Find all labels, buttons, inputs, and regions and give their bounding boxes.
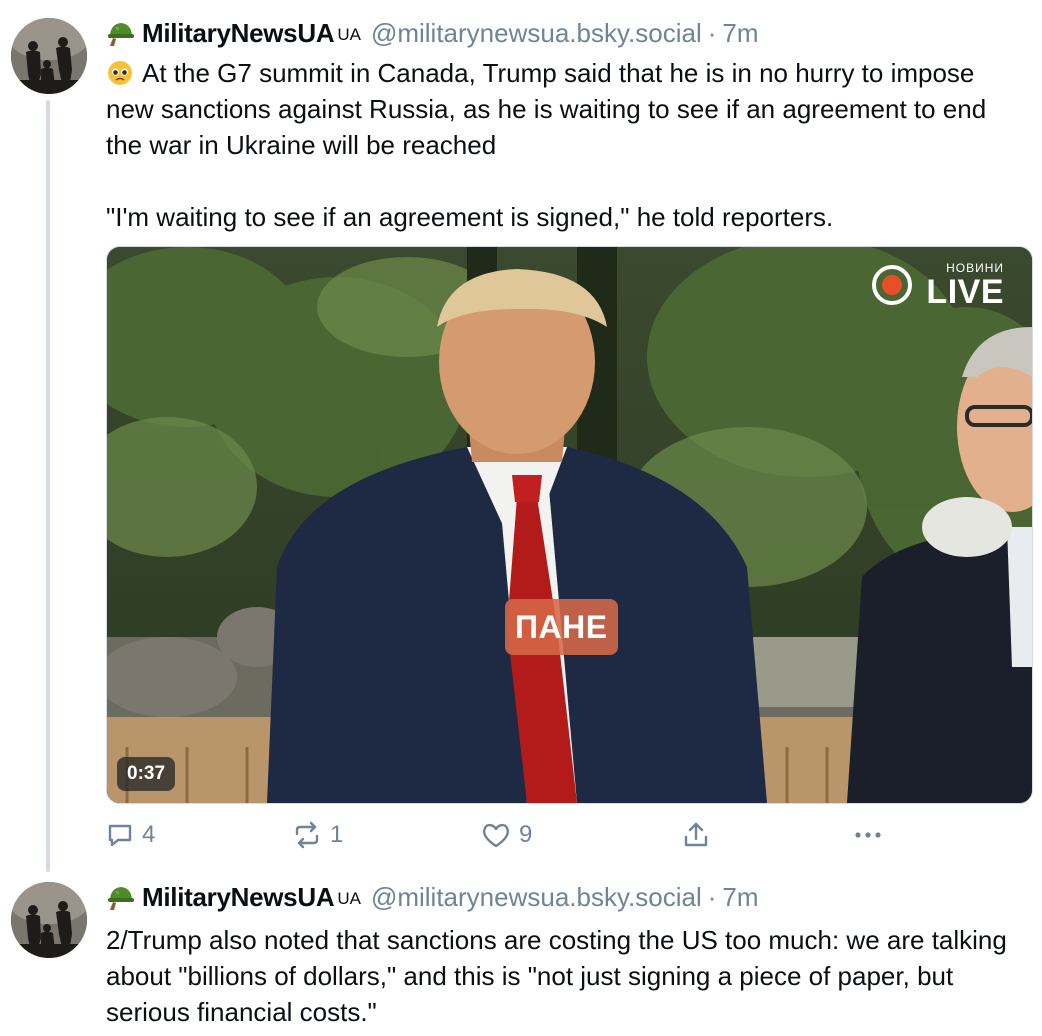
reply-icon <box>108 824 132 847</box>
helmet-emoji-icon <box>108 23 134 46</box>
post-1[interactable]: MilitaryNewsUA UA @militarynewsua.bsky.s… <box>0 0 1042 872</box>
repost-count: 1 <box>330 821 344 848</box>
name-suffix: UA <box>337 889 361 908</box>
like-button[interactable]: 9 <box>481 815 532 855</box>
channel-live-label: LIVE <box>926 273 1004 311</box>
avatar[interactable] <box>11 882 87 958</box>
share-icon <box>684 822 708 847</box>
separator-dot: · <box>707 882 717 912</box>
post-2[interactable]: MilitaryNewsUA UA @militarynewsua.bsky.s… <box>0 870 1042 1036</box>
like-count: 9 <box>519 821 533 848</box>
video-player[interactable]: НОВИНИ LIVE ПАНЕ 0:37 <box>106 246 1033 804</box>
post-header: MilitaryNewsUA UA @militarynewsua.bsky.s… <box>106 16 759 50</box>
author-handle[interactable]: @militarynewsua.bsky.social <box>371 16 702 50</box>
post-actions: 4 1 9 <box>106 815 1031 855</box>
more-options-icon <box>855 832 881 838</box>
post-text-block: At the G7 summit in Canada, Trump said t… <box>106 55 1016 235</box>
post-time[interactable]: 7m <box>722 16 758 50</box>
post-time[interactable]: 7m <box>722 880 758 914</box>
more-options-button[interactable] <box>852 815 892 855</box>
display-name[interactable]: MilitaryNewsUA <box>142 880 335 914</box>
reply-count: 4 <box>142 821 156 848</box>
repost-icon <box>295 821 319 849</box>
video-frame <box>107 247 1032 803</box>
separator-dot: · <box>707 18 717 48</box>
pleading-face-emoji-icon <box>108 61 132 85</box>
heart-icon <box>482 823 510 848</box>
author-handle[interactable]: @militarynewsua.bsky.social <box>371 880 702 914</box>
thread-line <box>46 100 50 872</box>
live-record-icon <box>872 265 913 305</box>
helmet-emoji-icon <box>108 887 134 910</box>
live-badge: НОВИНИ LIVE <box>872 261 1004 309</box>
soldiers-avatar-image <box>11 18 87 94</box>
share-button[interactable] <box>682 815 718 855</box>
repost-button[interactable]: 1 <box>292 815 343 855</box>
avatar[interactable] <box>11 18 87 94</box>
post-text: 2/Trump also noted that sanctions are co… <box>106 925 1015 1027</box>
post-header: MilitaryNewsUA UA @militarynewsua.bsky.s… <box>106 880 759 914</box>
name-suffix: UA <box>337 25 361 44</box>
display-name[interactable]: MilitaryNewsUA <box>142 16 335 50</box>
reply-button[interactable]: 4 <box>106 815 155 855</box>
soldiers-avatar-image <box>11 882 87 958</box>
post-text: At the G7 summit in Canada, Trump said t… <box>106 58 987 232</box>
video-duration: 0:37 <box>117 757 176 791</box>
video-caption: ПАНЕ <box>505 599 618 655</box>
